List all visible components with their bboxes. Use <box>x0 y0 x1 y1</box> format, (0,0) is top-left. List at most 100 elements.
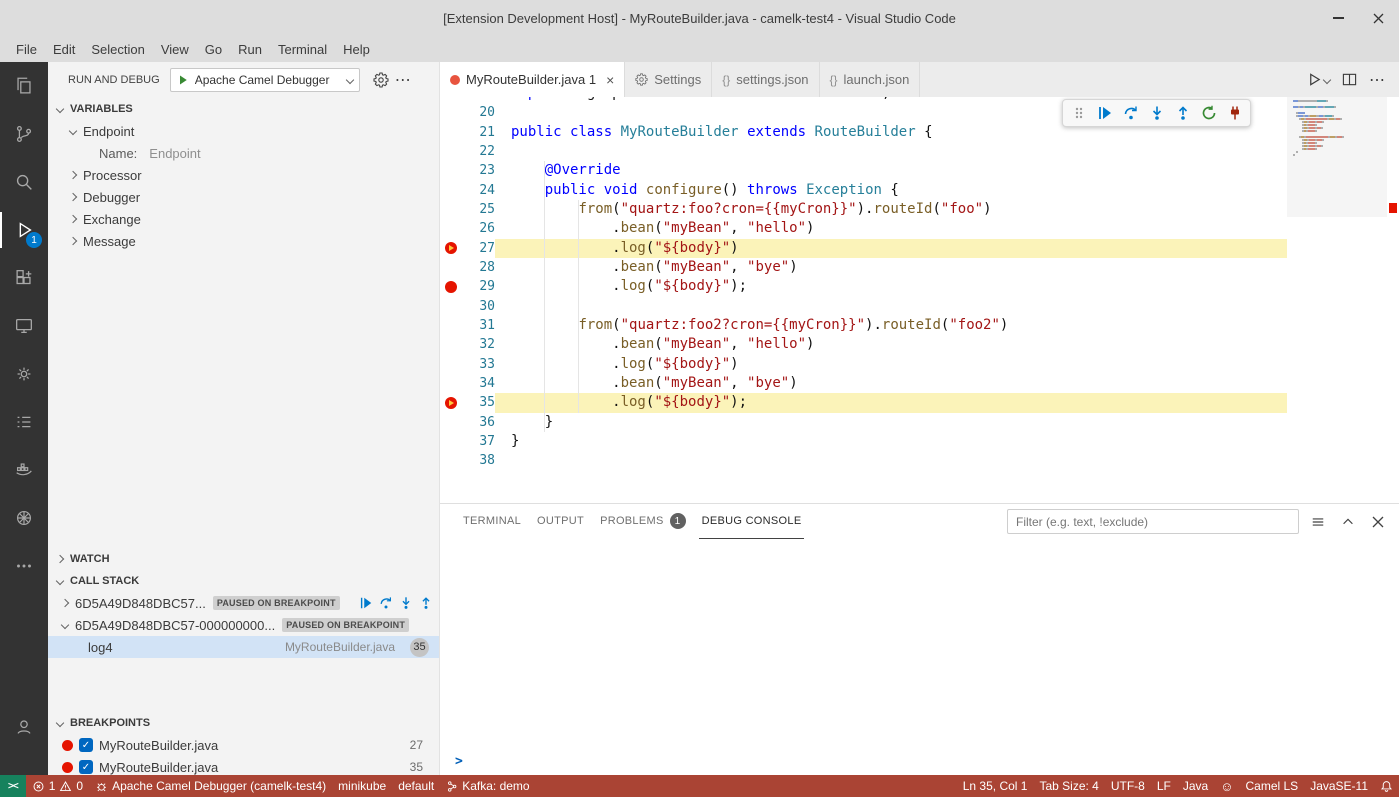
extensions-icon[interactable] <box>0 254 48 302</box>
camel-ls-status[interactable]: Camel LS <box>1240 775 1305 797</box>
eol-status[interactable]: LF <box>1151 775 1177 797</box>
problems-status[interactable]: 1 0 <box>26 775 89 797</box>
views-more-icon[interactable]: ⋯ <box>392 69 414 91</box>
code-line[interactable]: 37} <box>440 432 1287 451</box>
glyph-margin[interactable] <box>440 142 462 161</box>
glyph-margin[interactable] <box>440 103 462 122</box>
gear-icon[interactable] <box>370 69 392 91</box>
source-control-icon[interactable] <box>0 110 48 158</box>
code-text[interactable]: from("quartz:foo?cron={{myCron}}").route… <box>495 200 1287 219</box>
close-panel-icon[interactable] <box>1367 511 1389 533</box>
code-text[interactable]: } <box>495 432 1287 451</box>
launch-config-dropdown[interactable]: Apache Camel Debugger <box>170 68 360 92</box>
call-stack-frame-selected[interactable]: log4 MyRouteBuilder.java 35 <box>48 636 439 658</box>
console-prompt-chevron[interactable]: > <box>455 754 463 769</box>
remote-explorer-icon[interactable] <box>0 302 48 350</box>
run-java-button[interactable] <box>1307 72 1330 87</box>
code-text[interactable]: .log("${body}") <box>495 239 1287 258</box>
variable-message[interactable]: Message <box>48 230 439 252</box>
step-out-icon[interactable] <box>419 596 433 610</box>
close-button[interactable] <box>1365 5 1391 31</box>
debug-console-content[interactable]: > <box>440 539 1399 775</box>
tab-launch-json[interactable]: {} launch.json <box>820 62 921 97</box>
code-line[interactable]: 26 .bean("myBean", "hello") <box>440 219 1287 238</box>
glyph-margin[interactable] <box>440 451 462 470</box>
kube-namespace-status[interactable]: default <box>392 775 440 797</box>
account-icon[interactable] <box>0 703 48 751</box>
variable-endpoint-name[interactable]: Name:Endpoint <box>48 142 439 164</box>
overview-ruler[interactable] <box>1387 97 1399 503</box>
paused-breakpoint-icon[interactable] <box>440 239 462 258</box>
call-stack-frame[interactable]: 6D5A49D848DBC57-000000000... PAUSED ON B… <box>48 614 439 636</box>
glyph-margin[interactable] <box>440 355 462 374</box>
code-line[interactable]: 24 public void configure() throws Except… <box>440 181 1287 200</box>
search-icon[interactable] <box>0 158 48 206</box>
breakpoint-item[interactable]: ✓ MyRouteBuilder.java 27 <box>48 734 439 756</box>
code-line[interactable]: 33 .log("${body}") <box>440 355 1287 374</box>
run-and-debug-icon[interactable]: 1 <box>0 206 48 254</box>
step-over-icon[interactable] <box>379 596 393 610</box>
code-text[interactable] <box>495 142 1287 161</box>
console-options-icon[interactable] <box>1307 511 1329 533</box>
code-line[interactable]: 35 .log("${body}"); <box>440 393 1287 412</box>
split-editor-icon[interactable] <box>1342 72 1357 87</box>
breakpoint-icon[interactable] <box>440 277 462 296</box>
code-text[interactable]: .bean("myBean", "hello") <box>495 335 1287 354</box>
cursor-position-status[interactable]: Ln 35, Col 1 <box>957 775 1034 797</box>
code-line[interactable]: 27 .log("${body}") <box>440 239 1287 258</box>
code-line[interactable]: 30 <box>440 297 1287 316</box>
glyph-margin[interactable] <box>440 161 462 180</box>
step-over-button[interactable] <box>1119 102 1142 125</box>
code-text[interactable] <box>495 297 1287 316</box>
restart-button[interactable] <box>1197 102 1220 125</box>
code-line[interactable]: 32 .bean("myBean", "hello") <box>440 335 1287 354</box>
menu-run[interactable]: Run <box>230 39 270 60</box>
remote-indicator[interactable]: >< <box>0 775 26 797</box>
glyph-margin[interactable] <box>440 432 462 451</box>
toolbar-grip[interactable] <box>1067 102 1090 125</box>
call-stack-section-header[interactable]: CALL STACK <box>48 570 439 592</box>
start-debugging-icon[interactable] <box>177 74 189 86</box>
watch-section-header[interactable]: WATCH <box>48 548 439 570</box>
code-text[interactable]: .bean("myBean", "bye") <box>495 258 1287 277</box>
menu-help[interactable]: Help <box>335 39 378 60</box>
glyph-margin[interactable] <box>440 123 462 142</box>
code-text[interactable]: .bean("myBean", "bye") <box>495 374 1287 393</box>
code-text[interactable]: } <box>495 413 1287 432</box>
tab-terminal[interactable]: TERMINAL <box>460 504 524 539</box>
debug-session-status[interactable]: Apache Camel Debugger (camelk-test4) <box>89 775 332 797</box>
menu-view[interactable]: View <box>153 39 197 60</box>
tab-problems[interactable]: PROBLEMS1 <box>597 504 689 539</box>
camel-tools-icon[interactable] <box>0 350 48 398</box>
code-text[interactable]: .log("${body}"); <box>495 393 1287 412</box>
code-line[interactable]: 36 } <box>440 413 1287 432</box>
notifications-bell-icon[interactable] <box>1374 775 1399 797</box>
code-text[interactable]: @Override <box>495 161 1287 180</box>
explorer-icon[interactable] <box>0 62 48 110</box>
glyph-margin[interactable] <box>440 297 462 316</box>
step-into-button[interactable] <box>1145 102 1168 125</box>
continue-icon[interactable] <box>359 596 373 610</box>
call-stack-frame[interactable]: 6D5A49D848DBC57... PAUSED ON BREAKPOINT <box>48 592 439 614</box>
code-line[interactable]: 34 .bean("myBean", "bye") <box>440 374 1287 393</box>
code-line[interactable]: 31 from("quartz:foo2?cron={{myCron}}").r… <box>440 316 1287 335</box>
minimap[interactable] <box>1287 97 1387 503</box>
menu-go[interactable]: Go <box>197 39 230 60</box>
code-line[interactable]: 23 @Override <box>440 161 1287 180</box>
variable-processor[interactable]: Processor <box>48 164 439 186</box>
breakpoint-item[interactable]: ✓ MyRouteBuilder.java 35 <box>48 756 439 775</box>
disconnect-button[interactable] <box>1223 102 1246 125</box>
glyph-margin[interactable] <box>440 200 462 219</box>
console-filter-input[interactable] <box>1007 509 1299 534</box>
code-line[interactable]: 25 from("quartz:foo?cron={{myCron}}").ro… <box>440 200 1287 219</box>
registries-icon[interactable] <box>0 398 48 446</box>
glyph-margin[interactable] <box>440 316 462 335</box>
code-line[interactable]: 22 <box>440 142 1287 161</box>
variable-exchange[interactable]: Exchange <box>48 208 439 230</box>
more-views-icon[interactable] <box>0 542 48 590</box>
code-line[interactable]: 38 <box>440 451 1287 470</box>
minimize-button[interactable] <box>1325 5 1351 31</box>
kubernetes-icon[interactable] <box>0 494 48 542</box>
code-text[interactable]: .log("${body}"); <box>495 277 1287 296</box>
tab-settings-json[interactable]: {} settings.json <box>712 62 819 97</box>
